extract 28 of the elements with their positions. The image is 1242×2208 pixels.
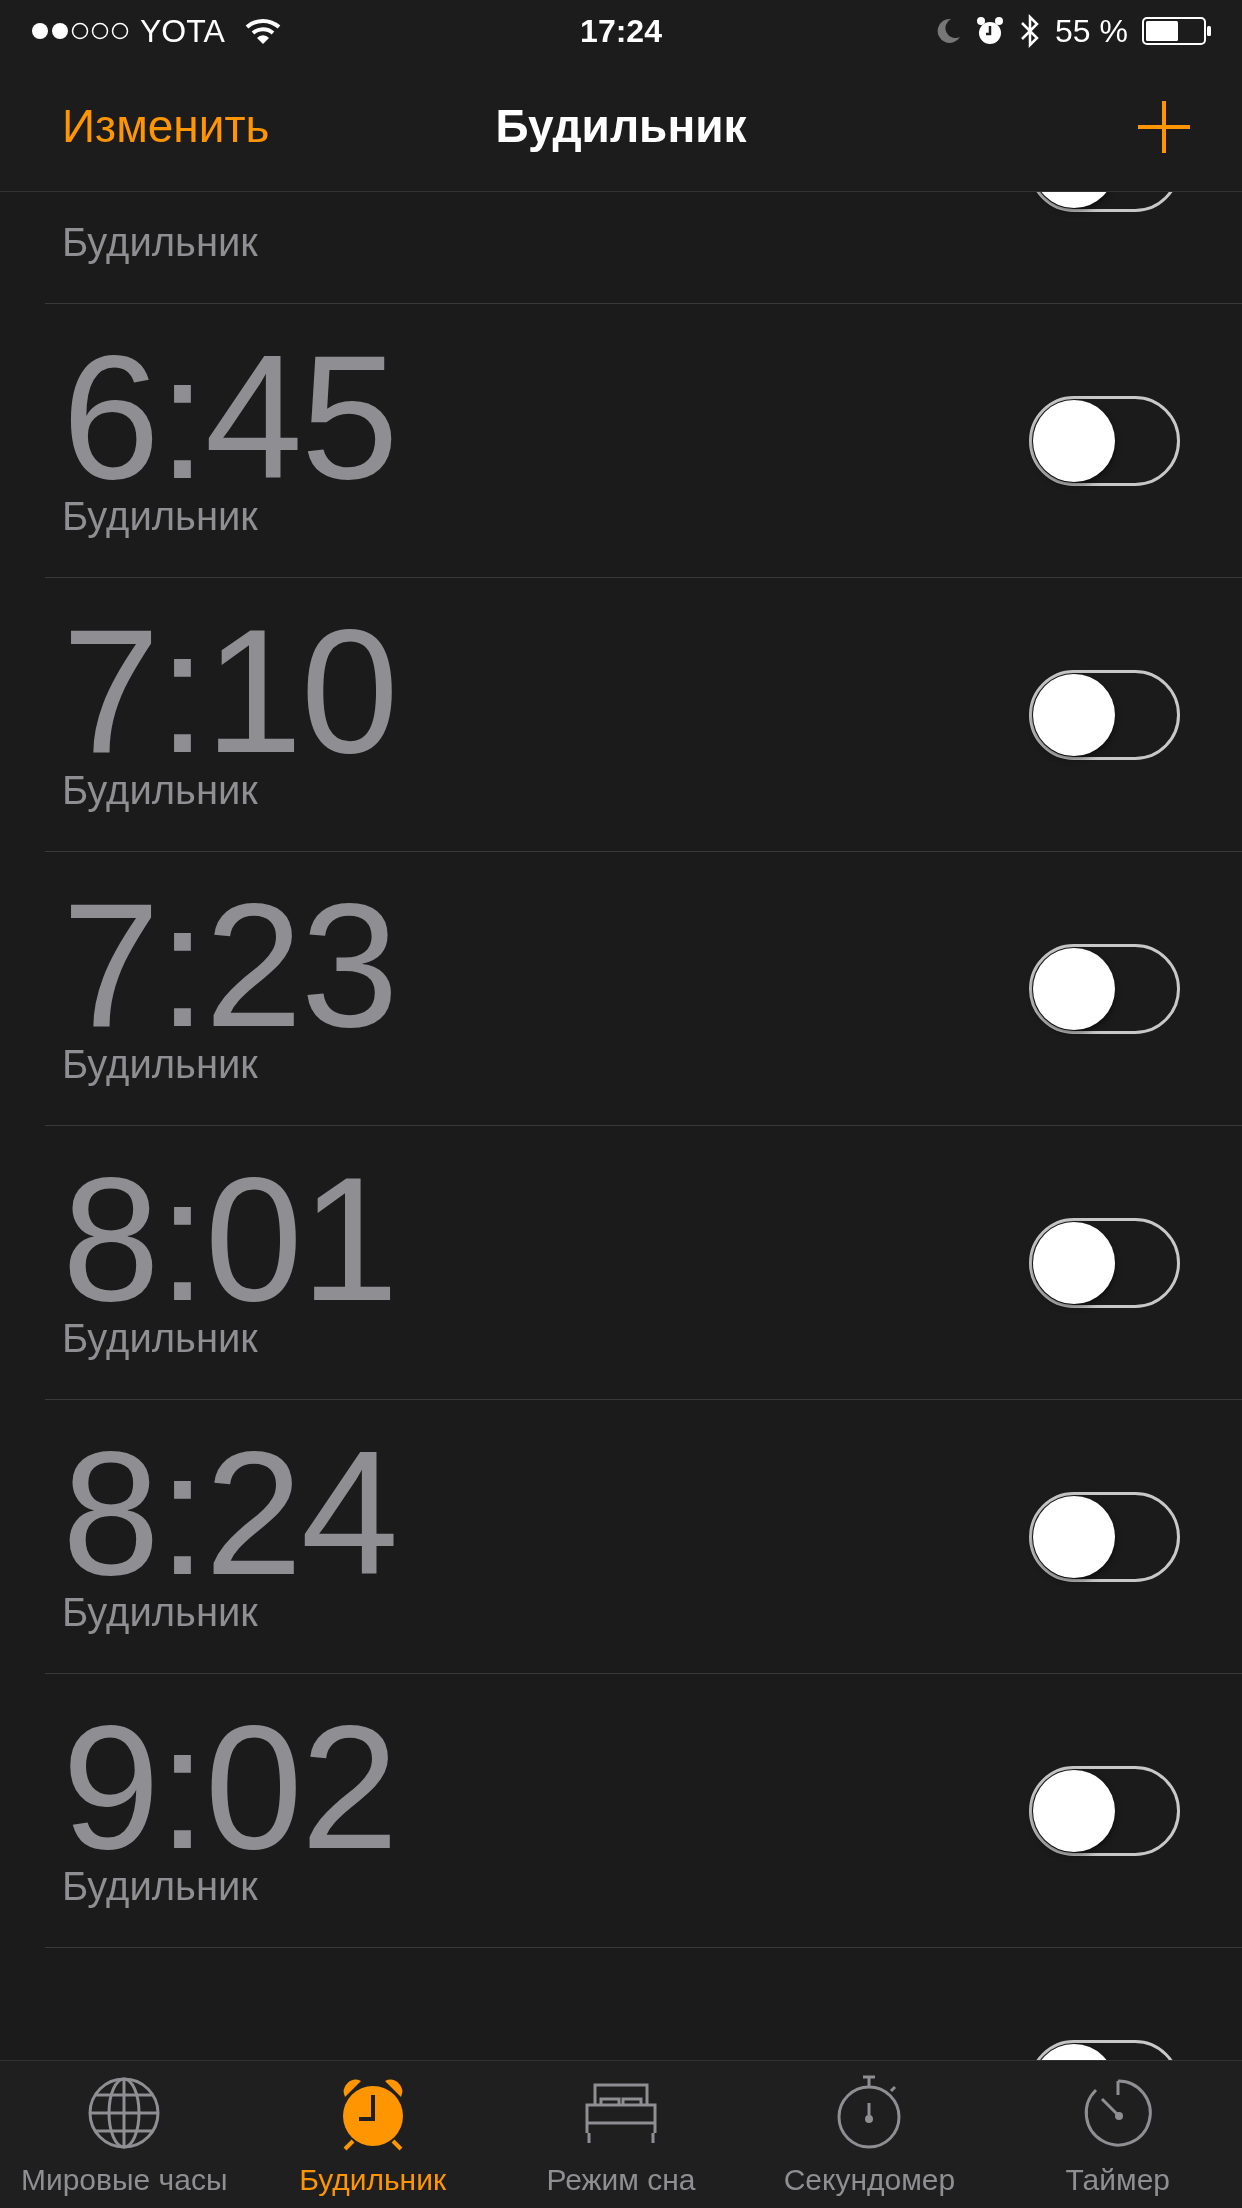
add-icon[interactable]: [1138, 100, 1190, 153]
alarm-label: Будильник: [62, 1588, 259, 1636]
page-title: Будильник: [495, 99, 747, 154]
tab[interactable]: Таймер: [993, 2061, 1242, 2208]
alarm-label: Будильник: [62, 1314, 259, 1362]
tab[interactable]: Мировые часы: [0, 2061, 249, 2208]
status-time: 17:24: [580, 12, 662, 51]
tab[interactable]: Секундомер: [745, 2061, 994, 2208]
alarm-label: Будильник: [62, 766, 259, 814]
alarm-time: 6:45: [62, 341, 398, 492]
alarm-time: 7:23: [62, 889, 398, 1040]
wifi-icon: [244, 17, 281, 45]
tab[interactable]: Будильник: [248, 2061, 497, 2208]
alarm-label: Будильник: [62, 218, 259, 266]
alarm-label: Будильник: [62, 1040, 259, 1088]
alarm-label: Будильник: [62, 492, 259, 540]
battery-percent: 55 %: [1055, 12, 1128, 51]
signal-strength-icon: [30, 20, 130, 42]
alarm-label: Будильник: [62, 1862, 259, 1910]
alarm-time: 7:10: [62, 615, 398, 766]
alarm-time: 8:01: [62, 1163, 398, 1314]
tab[interactable]: Режим сна: [496, 2061, 746, 2208]
alarm-icon: [975, 16, 1006, 46]
alarm-time: 9:02: [62, 1711, 398, 1862]
alarm-time: 8:24: [62, 1437, 398, 1588]
battery-icon: [1142, 16, 1212, 46]
carrier-name: YOTA: [140, 12, 225, 51]
edit-button[interactable]: Изменить: [62, 92, 270, 161]
